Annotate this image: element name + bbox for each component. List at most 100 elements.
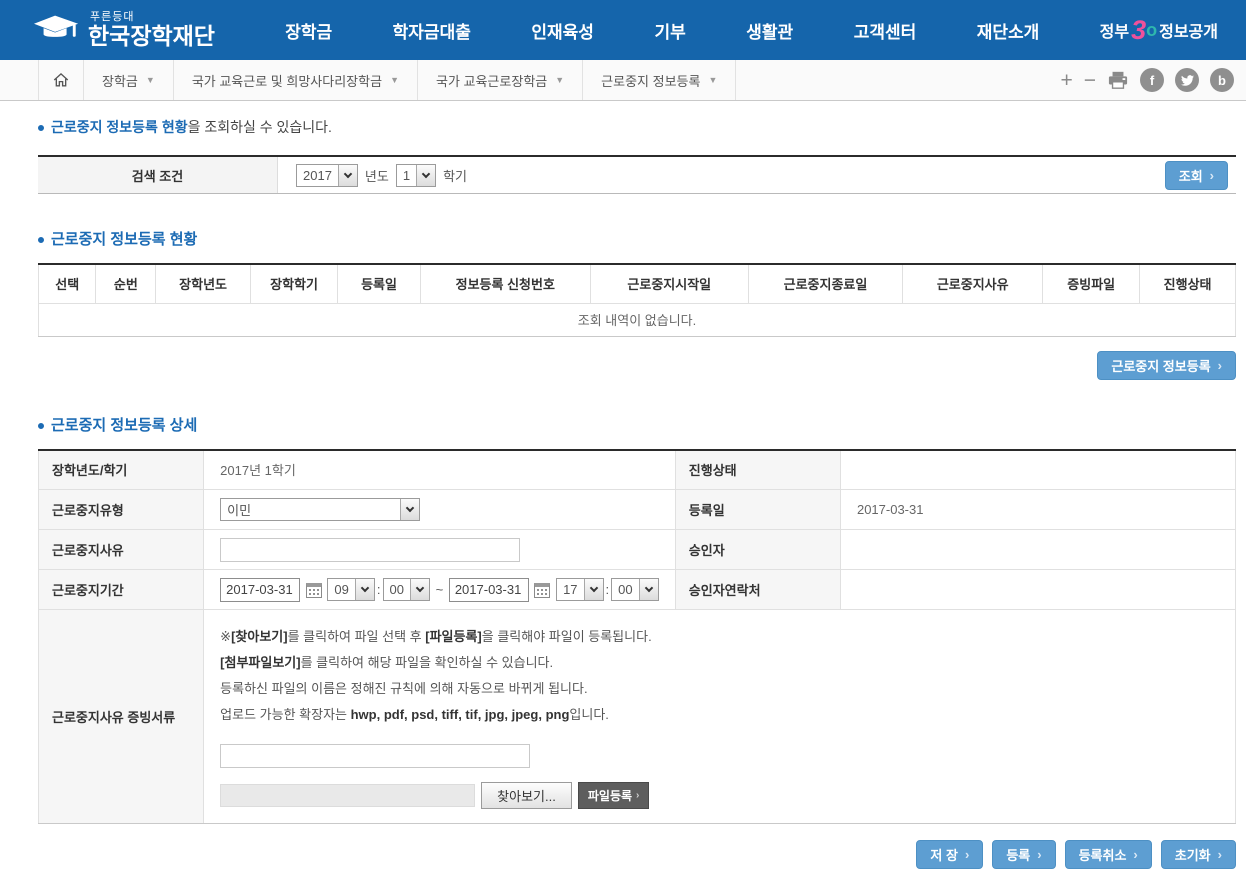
- start-minute-select[interactable]: 00: [383, 578, 430, 601]
- breadcrumb-item-work-stop-registration[interactable]: 근로중지 정보등록 ▼: [583, 60, 736, 100]
- start-hour-select[interactable]: 09: [327, 578, 374, 601]
- work-stop-register-button[interactable]: 근로중지 정보등록 ›: [1097, 351, 1236, 380]
- gov30-disclosure-link[interactable]: 정부 3 o 정보공개: [1100, 17, 1218, 44]
- stop-type-select-value: 이민: [221, 500, 257, 519]
- arrow-right-icon: ›: [1037, 848, 1041, 861]
- end-hour-select[interactable]: 17: [556, 578, 603, 601]
- search-button-label: 조회: [1179, 166, 1203, 185]
- twitter-icon[interactable]: [1175, 68, 1199, 92]
- stop-reason-input[interactable]: [220, 538, 520, 562]
- nav-item-talent[interactable]: 인재육성: [531, 18, 594, 43]
- detail-row-type: 근로중지유형 이민 등록일 2017-03-31: [39, 490, 1236, 530]
- zoom-in-icon[interactable]: +: [1060, 70, 1072, 91]
- progress-status-label: 진행상태: [675, 450, 840, 490]
- file-note-2: [첨부파일보기]를 클릭하여 해당 파일을 확인하실 수 있습니다.: [220, 650, 1235, 676]
- select-dropdown-button: [416, 165, 435, 186]
- reset-button-label: 초기화: [1175, 845, 1211, 864]
- period-end-date-input[interactable]: [449, 578, 529, 602]
- save-button[interactable]: 저 장 ›: [916, 840, 983, 869]
- detail-row-year: 장학년도/학기 2017년 1학기 진행상태: [39, 450, 1236, 490]
- arrow-right-icon: ›: [1133, 848, 1137, 861]
- approver-contact-label: 승인자연락처: [675, 570, 840, 610]
- file-path-field[interactable]: [220, 784, 475, 807]
- calendar-icon[interactable]: [534, 583, 550, 598]
- column-stop-end-date: 근로중지종료일: [748, 264, 902, 303]
- zoom-out-icon[interactable]: −: [1084, 70, 1096, 91]
- empty-message: 조회 내역이 없습니다.: [39, 303, 1236, 336]
- browse-button[interactable]: 찾아보기...: [481, 782, 572, 809]
- year-semester-label: 장학년도/학기: [39, 450, 204, 490]
- twitter-bird-icon: [1181, 74, 1194, 87]
- select-dropdown-button: [584, 579, 603, 600]
- page-tools: + − f b: [1060, 60, 1246, 100]
- column-scholarship-semester: 장학학기: [250, 264, 337, 303]
- print-icon[interactable]: [1107, 70, 1129, 90]
- nav-item-scholarship[interactable]: 장학금: [285, 18, 332, 43]
- column-progress-status: 진행상태: [1140, 264, 1236, 303]
- column-stop-start-date: 근로중지시작일: [590, 264, 748, 303]
- home-button[interactable]: [38, 60, 84, 100]
- blog-icon[interactable]: b: [1210, 68, 1234, 92]
- logo-title: 한국장학재단: [88, 24, 215, 48]
- nav-item-donation[interactable]: 기부: [654, 18, 685, 43]
- status-section-title-text: 근로중지 정보등록 현황: [51, 231, 197, 248]
- chevron-down-icon: ▼: [555, 75, 564, 85]
- file-description-input[interactable]: [220, 744, 530, 768]
- column-select: 선택: [39, 264, 96, 303]
- end-hour-value: 17: [557, 582, 583, 597]
- calendar-icon[interactable]: [306, 583, 322, 598]
- reset-button[interactable]: 초기화 ›: [1161, 840, 1236, 869]
- logo-subtitle: 푸른등대: [90, 12, 215, 24]
- kosaf-logo[interactable]: 푸른등대 한국장학재단: [34, 12, 215, 48]
- facebook-icon[interactable]: f: [1140, 68, 1164, 92]
- nav-item-about[interactable]: 재단소개: [977, 18, 1040, 43]
- gov30-left-text: 정부: [1100, 18, 1129, 42]
- top-header: 푸른등대 한국장학재단 장학금 학자금대출 인재육성 기부 생활관 고객센터 재…: [0, 0, 1246, 60]
- stop-type-select[interactable]: 이민: [220, 498, 420, 521]
- year-select-value: 2017: [297, 168, 338, 183]
- upload-button-label: 파일등록: [588, 787, 632, 804]
- breadcrumb-item-work-study-program[interactable]: 국가 교육근로 및 희망사다리장학금 ▼: [174, 60, 418, 100]
- cancel-registration-button[interactable]: 등록취소 ›: [1065, 840, 1152, 869]
- nav-item-customer-center[interactable]: 고객센터: [854, 18, 917, 43]
- detail-row-proof-file: 근로중지사유 증빙서류 ※[찾아보기]를 클릭하여 파일 선택 후 [파일등록]…: [39, 610, 1236, 824]
- chevron-down-icon: ▼: [146, 75, 155, 85]
- register-button[interactable]: 등록 ›: [992, 840, 1055, 869]
- end-minute-select[interactable]: 00: [611, 578, 658, 601]
- arrow-right-icon: ›: [636, 790, 639, 801]
- footer-button-row: 저 장 › 등록 › 등록취소 › 초기화 ›: [38, 840, 1236, 869]
- semester-suffix-label: 학기: [443, 166, 467, 185]
- search-button[interactable]: 조회 ›: [1165, 161, 1228, 190]
- year-select[interactable]: 2017: [296, 164, 358, 187]
- file-note-3: 등록하신 파일의 이름은 정해진 규칙에 의해 자동으로 바뀌게 됩니다.: [220, 676, 1235, 702]
- breadcrumb-item-national-work-study[interactable]: 국가 교육근로장학금 ▼: [418, 60, 583, 100]
- page: 푸른등대 한국장학재단 장학금 학자금대출 인재육성 기부 생활관 고객센터 재…: [0, 0, 1246, 884]
- chevron-down-icon: [644, 584, 652, 592]
- breadcrumb-label: 국가 교육근로장학금: [436, 71, 547, 90]
- year-suffix-label: 년도: [365, 166, 389, 185]
- file-upload-button[interactable]: 파일등록 ›: [578, 782, 650, 809]
- period-start-date-input[interactable]: [220, 578, 300, 602]
- gov30-zero: o: [1146, 21, 1157, 39]
- detail-row-period: 근로중지기간 09 : 00 ~ 17: [39, 570, 1236, 610]
- file-upload-row: 찾아보기... 파일등록 ›: [220, 782, 1235, 809]
- search-condition-box: 검색 조건 2017 년도 1 학기 조회 ›: [38, 155, 1236, 194]
- approver-value: [840, 530, 1235, 570]
- detail-section-title-text: 근로중지 정보등록 상세: [51, 417, 197, 434]
- cancel-registration-button-label: 등록취소: [1079, 845, 1127, 864]
- status-table-header-row: 선택 순번 장학년도 장학학기 등록일 정보등록 신청번호 근로중지시작일 근로…: [39, 264, 1236, 303]
- column-proof-file: 증빙파일: [1043, 264, 1140, 303]
- arrow-right-icon: ›: [965, 848, 969, 861]
- status-table: 선택 순번 장학년도 장학학기 등록일 정보등록 신청번호 근로중지시작일 근로…: [38, 263, 1236, 337]
- semester-select[interactable]: 1: [396, 164, 436, 187]
- intro-rest: 을 조회하실 수 있습니다.: [188, 119, 332, 135]
- breadcrumb-item-scholarship[interactable]: 장학금 ▼: [84, 60, 174, 100]
- file-note-1: ※[찾아보기]를 클릭하여 파일 선택 후 [파일등록]을 클릭해야 파일이 등…: [220, 624, 1235, 650]
- register-button-label: 등록: [1006, 845, 1030, 864]
- nav-item-loans[interactable]: 학자금대출: [393, 18, 471, 43]
- chevron-down-icon: [416, 584, 424, 592]
- column-scholarship-year: 장학년도: [156, 264, 251, 303]
- progress-status-value: [840, 450, 1235, 490]
- stop-type-label: 근로중지유형: [39, 490, 204, 530]
- nav-item-dormitory[interactable]: 생활관: [746, 18, 793, 43]
